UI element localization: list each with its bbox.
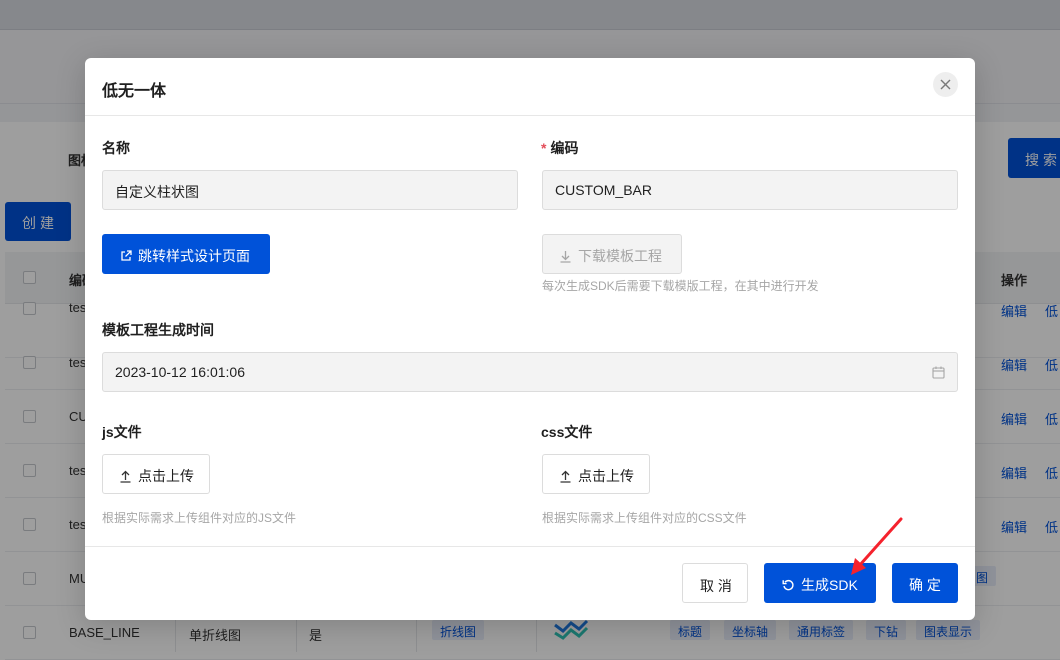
annotation-arrow-icon — [851, 517, 903, 575]
